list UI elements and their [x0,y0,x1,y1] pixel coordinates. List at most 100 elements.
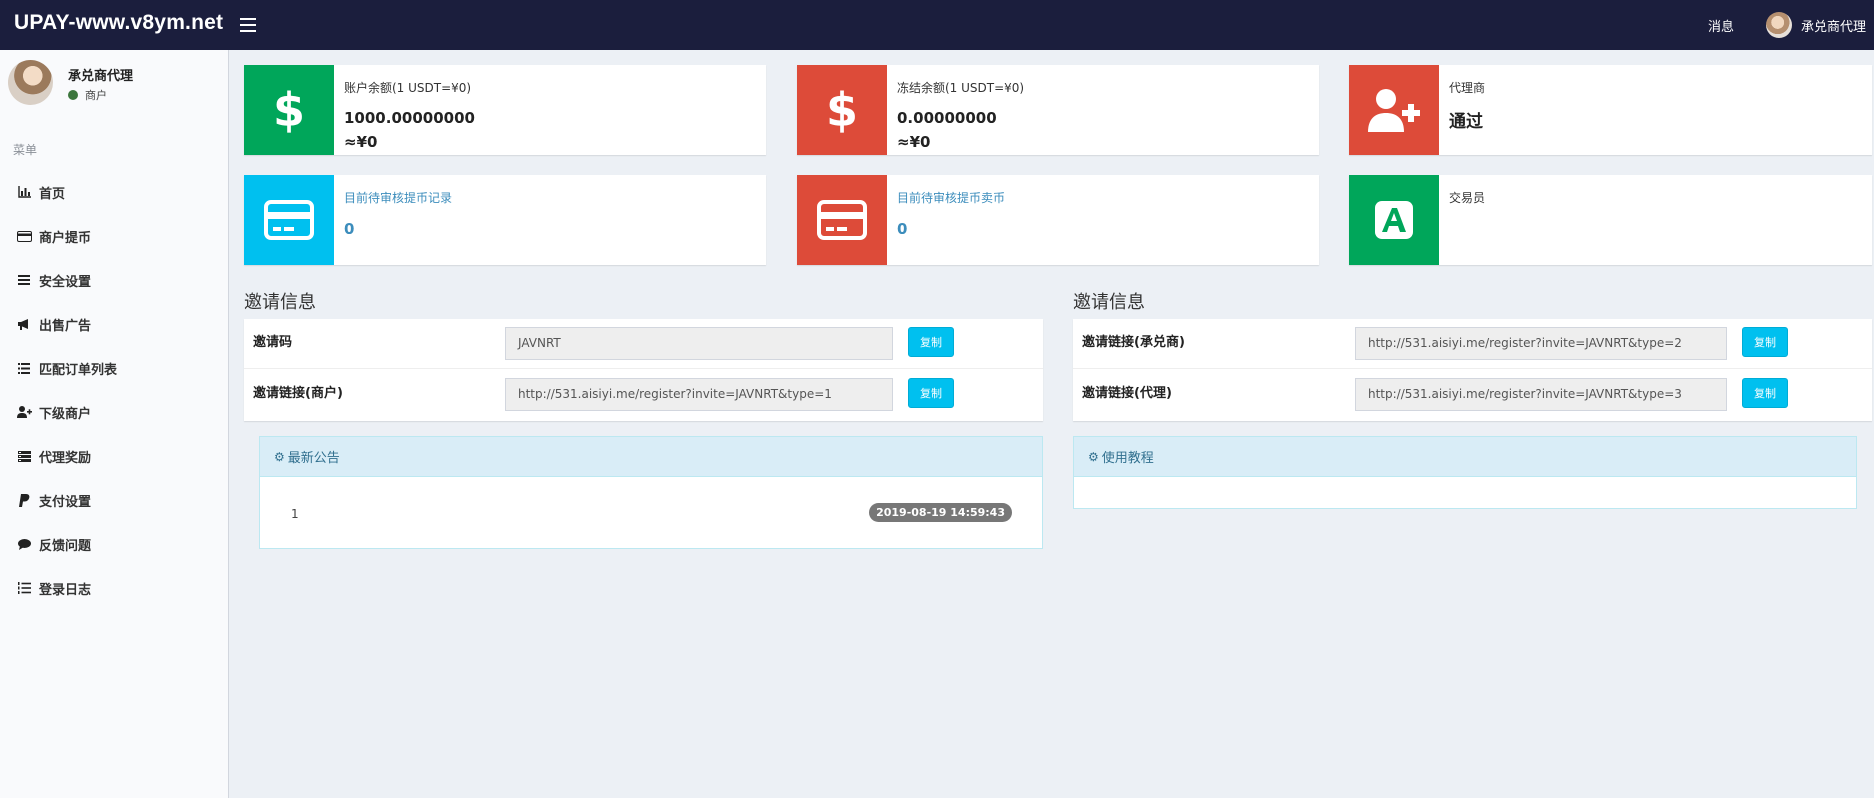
invite-row: 邀请链接(商户) http://531.aisiyi.me/register?i… [244,370,1043,420]
user-status-label: 商户 [85,89,107,102]
app-title[interactable]: UPAY-www.v8ym.net [14,11,223,35]
cogs-icon: ⚙ [274,449,285,464]
paypal-icon [15,493,33,507]
sidebar-item-home[interactable]: 首页 [0,170,228,214]
comment-icon [15,538,33,550]
pending-withdraw-count: 0 [344,220,355,238]
credit-card-icon [244,175,334,265]
invite-section-title: 邀请信息 [1073,292,1145,313]
sidebar-item-payment-settings[interactable]: 支付设置 [0,478,228,522]
bullhorn-icon [15,318,33,330]
dollar-icon: $ [797,65,887,155]
user-name: 承兑商代理 [68,69,134,84]
pending-sell-count: 0 [897,220,908,238]
sidebar-item-merchant-withdraw[interactable]: 商户提币 [0,214,228,258]
pending-withdraw-box[interactable]: 目前待审核提币记录 0 [244,175,766,265]
tutorial-box: ⚙ 使用教程 [1073,436,1857,509]
user-status: 商户 [68,87,107,103]
menu-header: 菜单 [13,143,38,157]
credit-card-icon [15,230,33,242]
agent-title: 代理商 [1449,81,1486,95]
invite-panel-left: 邀请码 JAVNRT 复制 邀请链接(商户) http://531.aisiyi… [244,319,1043,421]
cogs-icon: ⚙ [1088,449,1099,464]
sidebar-item-match-orders[interactable]: 匹配订单列表 [0,346,228,390]
invite-section-title: 邀请信息 [244,292,316,313]
agent-info-box: 代理商 通过 [1349,65,1872,155]
tutorial-title: 使用教程 [1101,451,1154,466]
pending-sell-box[interactable]: 目前待审核提币卖币 0 [797,175,1319,265]
announcement-date-badge: 2019-08-19 14:59:43 [869,503,1012,522]
avatar [8,60,53,105]
server-icon [15,450,33,462]
trader-logo-icon [1349,175,1439,265]
sidebar-item-feedback[interactable]: 反馈问题 [0,522,228,566]
sidebar-item-label: 登录日志 [39,582,92,598]
trader-info-box: 交易员 [1349,175,1872,265]
invite-code-label: 邀请码 [253,335,293,350]
sidebar-item-agent-rewards[interactable]: 代理奖励 [0,434,228,478]
balance-cny: ≈¥0 [344,133,378,151]
trader-title: 交易员 [1449,191,1486,205]
sidebar-item-label: 反馈问题 [39,538,92,554]
bar-chart-icon [15,186,33,198]
sidebar-item-label: 安全设置 [39,274,92,290]
avatar [1766,12,1792,38]
sidebar-item-label: 下级商户 [39,406,92,422]
merchant-link-label: 邀请链接(商户) [253,386,343,401]
announcements-header: ⚙ 最新公告 [260,437,1042,477]
user-menu[interactable]: 承兑商代理 [1766,12,1866,38]
sidebar-item-label: 代理奖励 [39,450,92,466]
copy-button[interactable]: 复制 [1742,327,1788,357]
announcements-title: 最新公告 [287,451,340,466]
user-plus-icon [1349,65,1439,155]
frozen-cny: ≈¥0 [897,133,931,151]
balance-info-box: $ 账户余额(1 USDT=¥0) 1000.00000000 ≈¥0 [244,65,766,155]
acceptor-link-label: 邀请链接(承兑商) [1082,335,1185,350]
list-ol-icon [15,582,33,594]
sidebar-item-label: 出售广告 [39,318,92,334]
agent-status: 通过 [1449,112,1483,132]
sidebar-item-label: 匹配订单列表 [39,362,118,378]
user-panel: 承兑商代理 商户 [8,60,223,110]
acceptor-link-field[interactable]: http://531.aisiyi.me/register?invite=JAV… [1355,327,1727,360]
pending-sell-title[interactable]: 目前待审核提币卖币 [897,189,1005,206]
invite-row: 邀请链接(代理) http://531.aisiyi.me/register?i… [1073,370,1872,420]
messages-link[interactable]: 消息 [1708,16,1734,35]
agent-link-field[interactable]: http://531.aisiyi.me/register?invite=JAV… [1355,378,1727,411]
list-icon [15,275,33,285]
credit-card-icon [797,175,887,265]
tutorial-header: ⚙ 使用教程 [1074,437,1856,477]
sidebar-item-label: 商户提币 [39,230,92,246]
online-dot-icon [68,90,78,100]
copy-button[interactable]: 复制 [1742,378,1788,408]
frozen-value: 0.00000000 [897,109,997,127]
merchant-link-field[interactable]: http://531.aisiyi.me/register?invite=JAV… [505,378,893,411]
sidebar-item-security[interactable]: 安全设置 [0,258,228,302]
frozen-info-box: $ 冻结余额(1 USDT=¥0) 0.00000000 ≈¥0 [797,65,1319,155]
announcements-box: ⚙ 最新公告 1 2019-08-19 14:59:43 [259,436,1043,549]
sidebar-item-sub-merchants[interactable]: 下级商户 [0,390,228,434]
invite-code-field[interactable]: JAVNRT [505,327,893,360]
sidebar-toggle-icon[interactable] [240,14,256,36]
invite-panel-right: 邀请链接(承兑商) http://531.aisiyi.me/register?… [1073,319,1872,421]
invite-row: 邀请链接(承兑商) http://531.aisiyi.me/register?… [1073,319,1872,369]
sidebar-item-label: 首页 [39,186,66,202]
agent-link-label: 邀请链接(代理) [1082,386,1172,401]
sidebar-item-login-log[interactable]: 登录日志 [0,566,228,610]
dollar-icon: $ [244,65,334,155]
announcement-index[interactable]: 1 [291,507,299,521]
frozen-title: 冻结余额(1 USDT=¥0) [897,81,1025,95]
balance-value: 1000.00000000 [344,109,475,127]
invite-row: 邀请码 JAVNRT 复制 [244,319,1043,369]
balance-title: 账户余额(1 USDT=¥0) [344,81,472,95]
top-navbar: UPAY-www.v8ym.net 消息 承兑商代理 [0,0,1874,50]
user-menu-name: 承兑商代理 [1801,19,1867,35]
copy-button[interactable]: 复制 [908,327,954,357]
sidebar-menu: 首页 商户提币 安全设置 出售广告 匹配订单列表 下级商户 代理奖励 支付设置 [0,170,228,610]
copy-button[interactable]: 复制 [908,378,954,408]
sidebar-item-sell-ads[interactable]: 出售广告 [0,302,228,346]
list-alt-icon [15,362,33,374]
pending-withdraw-title[interactable]: 目前待审核提币记录 [344,189,452,206]
user-plus-icon [15,406,33,418]
sidebar-item-label: 支付设置 [39,494,92,510]
